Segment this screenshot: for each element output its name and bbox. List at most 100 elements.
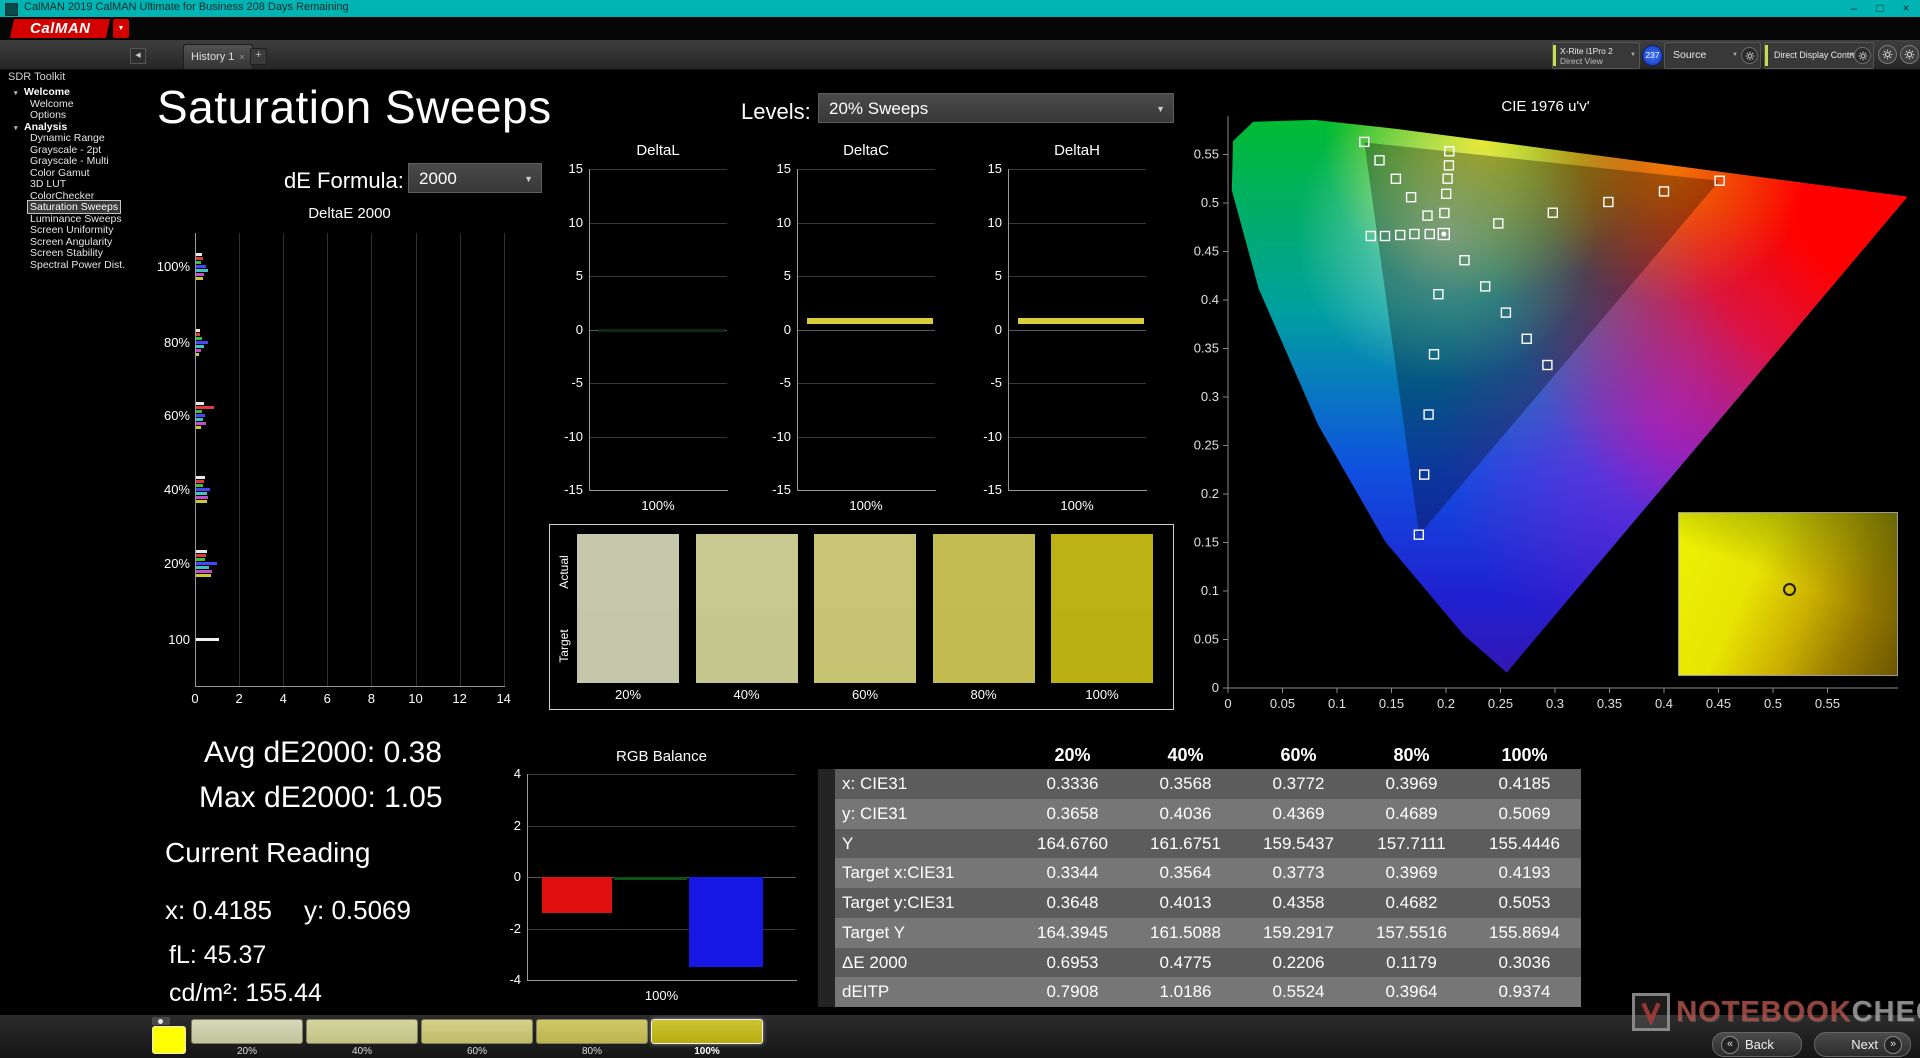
axis-tick-label: 0 xyxy=(968,322,1002,337)
meter-dropdown[interactable]: X-Rite i1Pro 2 Direct View ▼ xyxy=(1552,42,1640,69)
axis-tick-label: 15 xyxy=(757,161,791,176)
y-axis-line xyxy=(797,169,798,490)
swatch-level-label: 20% xyxy=(577,687,679,702)
source-dropdown[interactable]: Source ▼ xyxy=(1664,42,1761,69)
axis-tick-label: 10 xyxy=(401,691,431,706)
bar xyxy=(196,345,204,348)
next-button[interactable]: Next » xyxy=(1814,1032,1911,1057)
display-control-settings-button[interactable] xyxy=(1854,47,1871,64)
levels-dropdown[interactable]: 20% Sweeps ▼ xyxy=(818,93,1174,123)
tab-close-icon[interactable]: × xyxy=(239,52,244,62)
minimize-button[interactable]: – xyxy=(1842,0,1866,17)
row-label: x: CIE31 xyxy=(835,769,1016,799)
bar xyxy=(196,550,207,553)
settings-button[interactable] xyxy=(1878,45,1897,64)
svg-text:0.35: 0.35 xyxy=(1597,696,1622,711)
gridline xyxy=(371,233,372,686)
level-button-60[interactable]: 60% xyxy=(421,1019,533,1058)
row-indicator xyxy=(818,769,835,799)
deltae-chart: DeltaE 2000 02468101214100%80%60%40%20%1… xyxy=(150,205,550,710)
level-button-80[interactable]: 80% xyxy=(536,1019,648,1058)
gridline xyxy=(589,223,727,224)
gear-icon xyxy=(1904,49,1915,60)
cell-value: 0.3036 xyxy=(1468,948,1581,978)
cell-value: 0.6953 xyxy=(1016,948,1129,978)
meter-count-badge: 237 xyxy=(1642,45,1663,66)
chart-title: RGB Balance xyxy=(527,748,796,765)
back-arrow-icon: « xyxy=(1721,1036,1739,1054)
next-arrow-icon: » xyxy=(1884,1036,1902,1054)
tab-history-1[interactable]: History 1 × xyxy=(183,44,253,69)
bar xyxy=(196,261,201,264)
level-label: 60% xyxy=(421,1046,533,1057)
bar xyxy=(196,558,205,561)
level-buttons: 20%40%60%80%100% xyxy=(191,1019,771,1058)
source-settings-button[interactable] xyxy=(1741,47,1758,64)
current-cdm2: cd/m²: 155.44 xyxy=(169,979,322,1008)
app-options-button[interactable] xyxy=(1900,45,1919,64)
table-corner xyxy=(818,741,835,769)
calman-app-window: CalMAN 2019 CalMAN Ultimate for Business… xyxy=(0,0,1920,1058)
bar xyxy=(196,329,200,332)
axis-tick-label: 0 xyxy=(480,869,521,884)
x-axis-line xyxy=(797,490,936,491)
bar xyxy=(196,492,207,495)
gear-icon xyxy=(1858,51,1868,61)
axis-tick-label: 40% xyxy=(150,482,190,497)
bar xyxy=(196,269,208,272)
gridline xyxy=(504,233,505,686)
svg-text:0: 0 xyxy=(1224,696,1231,711)
actual-row-label: Actual xyxy=(557,532,571,612)
cell-value: 1.0186 xyxy=(1129,977,1242,1007)
series-bar xyxy=(807,318,933,324)
level-button-40[interactable]: 40% xyxy=(306,1019,418,1058)
column-header: 80% xyxy=(1355,741,1468,769)
swatch-level-label: 40% xyxy=(696,687,798,702)
display-control-dropdown[interactable]: Direct Display Control ▼ xyxy=(1764,42,1874,69)
de-formula-dropdown[interactable]: 2000 ▼ xyxy=(408,163,542,193)
rgb-balance-chart: RGB Balance 420-2-4100% xyxy=(480,745,815,1010)
sidebar-item-color-gamut[interactable]: Color Gamut xyxy=(4,168,146,180)
sidebar-collapse-button[interactable]: ◀ xyxy=(130,48,146,64)
close-button[interactable]: × xyxy=(1894,0,1918,17)
table-row: Y164.6760161.6751159.5437157.7111155.444… xyxy=(818,829,1581,859)
level-button-20[interactable]: 20% xyxy=(191,1019,303,1058)
x-axis-line xyxy=(527,980,797,981)
cell-value: 164.6760 xyxy=(1016,829,1129,859)
tree-item-label: Welcome xyxy=(24,86,70,98)
cie-x-ticks: 00.050.10.150.20.250.30.350.40.450.50.55 xyxy=(1224,688,1840,711)
gridline xyxy=(1008,169,1146,170)
target-swatch xyxy=(814,609,916,683)
y-axis-line xyxy=(527,774,528,980)
row-indicator xyxy=(818,858,835,888)
back-button[interactable]: « Back xyxy=(1712,1032,1802,1057)
bar xyxy=(196,566,209,569)
level-button-100[interactable]: 100% xyxy=(651,1019,763,1058)
bar xyxy=(196,426,201,429)
bar xyxy=(196,337,202,340)
table-row: Target y:CIE310.36480.40130.43580.46820.… xyxy=(818,888,1581,918)
bar xyxy=(196,257,203,260)
maximize-button[interactable]: □ xyxy=(1868,0,1892,17)
sidebar-item-welcome[interactable]: Welcome xyxy=(4,99,146,111)
axis-tick-label: 8 xyxy=(356,691,386,706)
sidebar-item-spectral-power-dist[interactable]: Spectral Power Dist. xyxy=(4,260,146,272)
level-swatch xyxy=(536,1019,648,1044)
svg-text:0.05: 0.05 xyxy=(1194,632,1219,647)
svg-text:0.25: 0.25 xyxy=(1194,438,1219,453)
axis-tick-label: -5 xyxy=(549,375,583,390)
axis-tick-label: -10 xyxy=(757,429,791,444)
row-indicator xyxy=(818,918,835,948)
axis-tick-label: 5 xyxy=(757,268,791,283)
add-tab-button[interactable]: + xyxy=(250,48,267,65)
cell-value: 0.4369 xyxy=(1242,799,1355,829)
sidebar-tree: ▾WelcomeWelcomeOptions▾AnalysisDynamic R… xyxy=(4,87,146,271)
sidebar-item-welcome[interactable]: ▾Welcome xyxy=(4,87,146,99)
svg-text:0.05: 0.05 xyxy=(1270,696,1295,711)
axis-tick-label: -5 xyxy=(968,375,1002,390)
sidebar-title: SDR Toolkit xyxy=(8,71,65,83)
avg-de2000: Avg dE2000: 0.38 xyxy=(204,736,442,770)
svg-text:0.55: 0.55 xyxy=(1815,696,1840,711)
x-axis-label: 100% xyxy=(589,498,727,513)
main-menu-button[interactable]: ▼ xyxy=(113,19,129,38)
